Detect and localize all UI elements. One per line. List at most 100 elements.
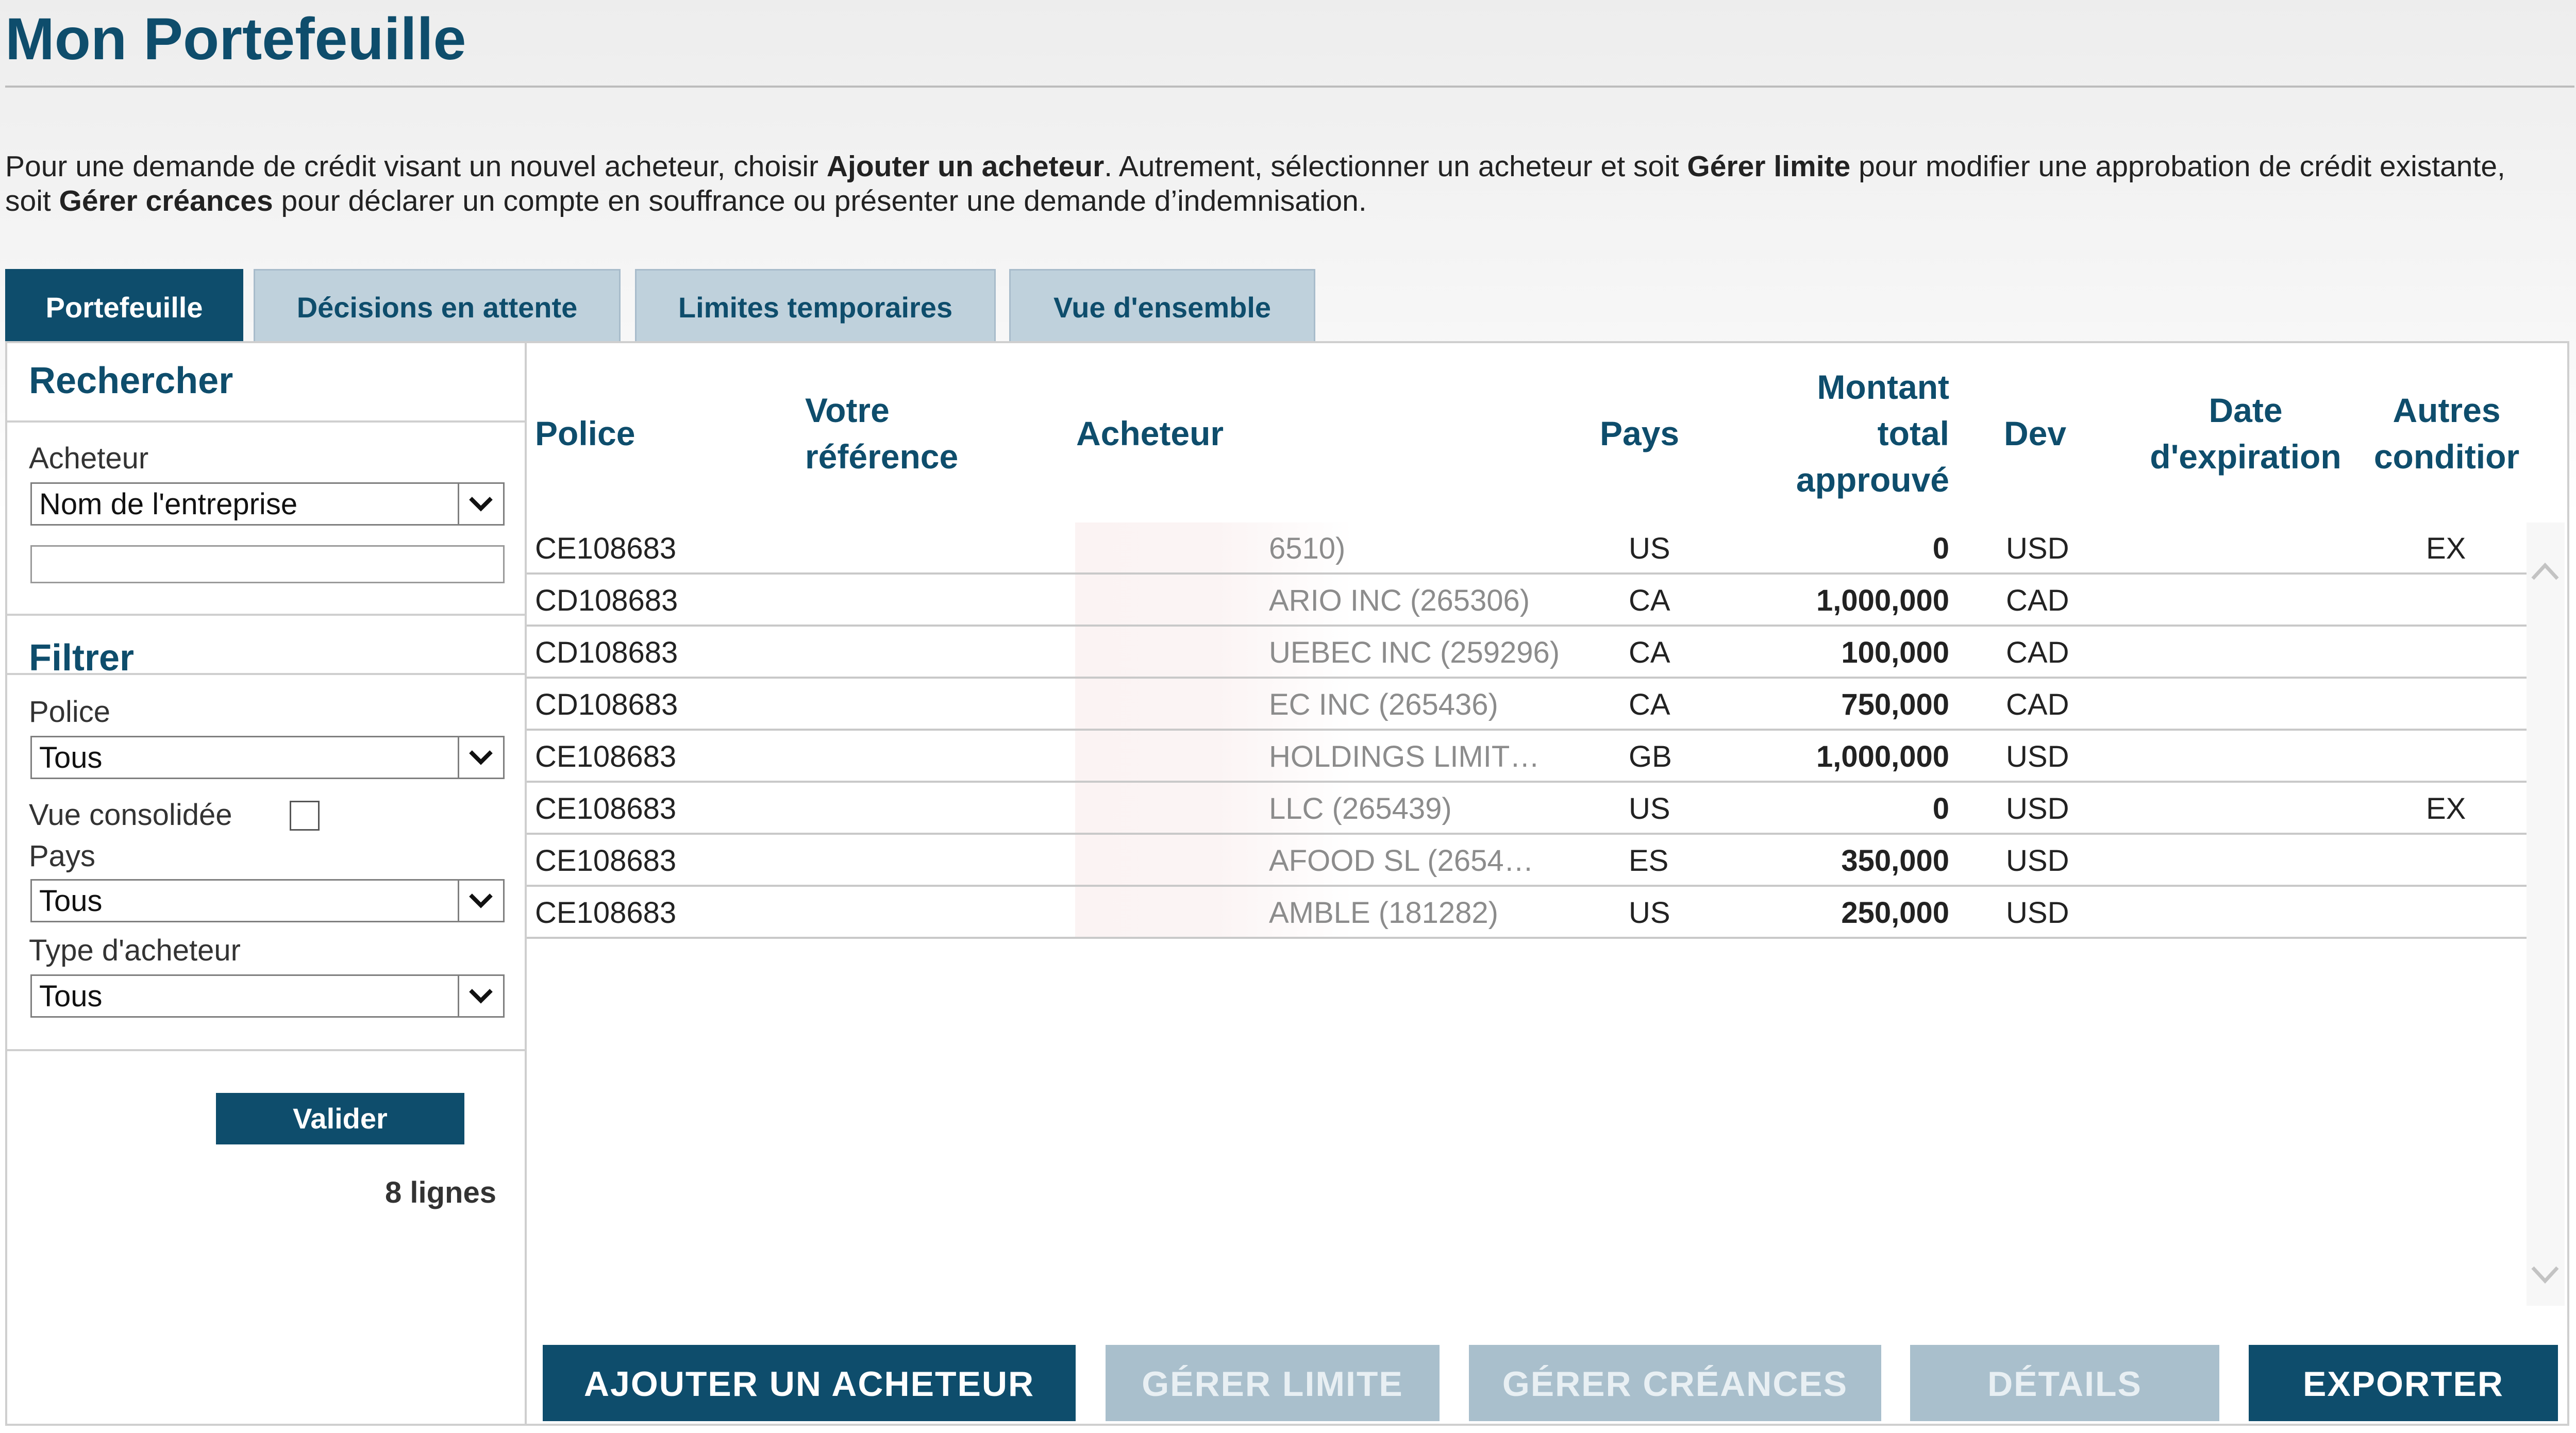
country-select-value: Tous [39, 884, 103, 918]
column-header-reference[interactable]: Votre référence [805, 387, 958, 480]
cell-country: CA [1629, 584, 1670, 617]
buyer-search-type-select[interactable]: Nom de l'entreprise [30, 482, 505, 526]
cell-police: CE108683 [535, 740, 677, 773]
portfolio-grid: Police Votre référence Acheteur Pays Mon… [527, 343, 2567, 1424]
cell-country: US [1629, 792, 1670, 825]
tab-limites-temporaires[interactable]: Limites temporaires [635, 269, 996, 341]
cell-amount: 750,000 [1841, 688, 1949, 721]
cell-currency: USD [2006, 792, 2069, 825]
cell-buyer: UEBEC INC (259296) [1269, 636, 1560, 669]
chevron-down-icon[interactable] [458, 976, 503, 1016]
export-button[interactable]: EXPORTER [2249, 1345, 2558, 1421]
sidebar-bottom-divider [7, 1049, 525, 1051]
buyer-search-type-value: Nom de l'entreprise [39, 487, 298, 521]
chevron-down-icon[interactable] [458, 881, 503, 921]
cell-currency: USD [2006, 844, 2069, 878]
cell-police: CE108683 [535, 532, 677, 565]
cell-police: CE108683 [535, 844, 677, 878]
details-button[interactable]: DÉTAILS [1910, 1345, 2219, 1421]
column-header-currency[interactable]: Dev [2004, 410, 2066, 457]
cell-police: CE108683 [535, 896, 677, 930]
cell-buyer: AFOOD SL (2654… [1269, 844, 1534, 878]
column-header-expiry[interactable]: Date d'expiration [2135, 387, 2356, 480]
intro-manage-claims-emphasis: Gérer créances [59, 184, 273, 217]
column-header-police[interactable]: Police [535, 410, 635, 457]
search-heading: Rechercher [29, 360, 233, 401]
buyer-type-select[interactable]: Tous [30, 974, 505, 1018]
intro-manage-limit-emphasis: Gérer limite [1687, 150, 1851, 183]
table-row[interactable]: CE108683 6510) US 0 USD EX [527, 522, 2527, 575]
add-buyer-button[interactable]: AJOUTER UN ACHETEUR [543, 1345, 1076, 1421]
chevron-up-icon[interactable] [2531, 561, 2560, 582]
tab-vue-ensemble[interactable]: Vue d'ensemble [1009, 269, 1315, 341]
cell-amount: 250,000 [1841, 896, 1949, 930]
cell-amount: 1,000,000 [1816, 584, 1949, 617]
cell-buyer: ARIO INC (265306) [1269, 584, 1530, 617]
table-row[interactable]: CD108683 EC INC (265436) CA 750,000 CAD [527, 679, 2527, 731]
table-scrollbar[interactable] [2527, 522, 2565, 1306]
portfolio-page: Mon Portefeuille Pour une demande de cré… [0, 0, 2576, 1433]
buyer-search-input[interactable] [30, 545, 505, 583]
cell-amount: 350,000 [1841, 844, 1949, 878]
cell-currency: USD [2006, 896, 2069, 930]
cell-amount: 100,000 [1841, 636, 1949, 669]
chevron-down-icon[interactable] [458, 737, 503, 778]
policy-label: Police [29, 695, 110, 729]
table-row[interactable]: CE108683 AMBLE (181282) US 250,000 USD [527, 887, 2527, 939]
intro-text: Pour une demande de crédit visant un nou… [5, 150, 2505, 217]
column-header-country[interactable]: Pays [1600, 410, 1679, 457]
cell-country: US [1629, 532, 1670, 565]
cell-currency: CAD [2006, 636, 2069, 669]
policy-select[interactable]: Tous [30, 736, 505, 779]
title-divider [5, 86, 2574, 88]
cell-currency: CAD [2006, 584, 2069, 617]
cell-other-conditions: EX [2426, 532, 2466, 565]
country-label: Pays [29, 839, 95, 873]
table-row[interactable]: CE108683 AFOOD SL (2654… ES 350,000 USD [527, 835, 2527, 887]
column-header-buyer[interactable]: Acheteur [1076, 410, 1224, 457]
manage-limit-button[interactable]: GÉRER LIMITE [1106, 1345, 1440, 1421]
column-header-amount[interactable]: Montant total approuvé [1743, 364, 1949, 503]
tab-decisions-en-attente[interactable]: Décisions en attente [254, 269, 621, 341]
table-row[interactable]: CD108683 UEBEC INC (259296) CA 100,000 C… [527, 627, 2527, 679]
cell-currency: USD [2006, 532, 2069, 565]
cell-buyer: AMBLE (181282) [1269, 896, 1498, 930]
cell-amount: 1,000,000 [1816, 740, 1949, 773]
cell-buyer: HOLDINGS LIMIT… [1269, 740, 1540, 773]
cell-country: GB [1629, 740, 1672, 773]
cell-police: CE108683 [535, 792, 677, 825]
cell-currency: CAD [2006, 688, 2069, 721]
table-row[interactable]: CE108683 LLC (265439) US 0 USD EX [527, 783, 2527, 835]
cell-country: ES [1629, 844, 1669, 878]
buyer-type-label: Type d'acheteur [29, 934, 241, 967]
filter-divider-top [7, 614, 525, 616]
chevron-down-icon[interactable] [458, 484, 503, 524]
search-divider [7, 420, 525, 423]
buyer-label: Acheteur [29, 442, 149, 475]
search-filter-sidebar: Rechercher Acheteur Nom de l'entreprise … [7, 343, 527, 1424]
cell-currency: USD [2006, 740, 2069, 773]
table-row[interactable]: CD108683 ARIO INC (265306) CA 1,000,000 … [527, 575, 2527, 627]
intro-add-buyer-emphasis: Ajouter un acheteur [826, 150, 1105, 183]
column-header-other-conditions[interactable]: Autres conditior [2367, 387, 2527, 480]
page-title: Mon Portefeuille [5, 6, 466, 72]
consolidated-view-checkbox[interactable] [290, 801, 320, 831]
cell-buyer: 6510) [1269, 532, 1346, 565]
cell-buyer: LLC (265439) [1269, 792, 1452, 825]
tab-portefeuille[interactable]: Portefeuille [5, 269, 243, 341]
cell-amount: 0 [1932, 792, 1949, 825]
table-row[interactable]: CE108683 HOLDINGS LIMIT… GB 1,000,000 US… [527, 731, 2527, 783]
cell-police: CD108683 [535, 688, 678, 721]
cell-other-conditions: EX [2426, 792, 2466, 825]
chevron-down-icon[interactable] [2531, 1265, 2560, 1285]
submit-button[interactable]: Valider [216, 1093, 464, 1144]
cell-amount: 0 [1932, 532, 1949, 565]
cell-buyer: EC INC (265436) [1269, 688, 1498, 721]
country-select[interactable]: Tous [30, 879, 505, 922]
cell-country: CA [1629, 688, 1670, 721]
consolidated-view-label: Vue consolidée [29, 798, 232, 832]
cell-police: CD108683 [535, 584, 678, 617]
row-count: 8 lignes [385, 1176, 496, 1209]
policy-select-value: Tous [39, 741, 103, 774]
manage-claims-button[interactable]: GÉRER CRÉANCES [1469, 1345, 1881, 1421]
